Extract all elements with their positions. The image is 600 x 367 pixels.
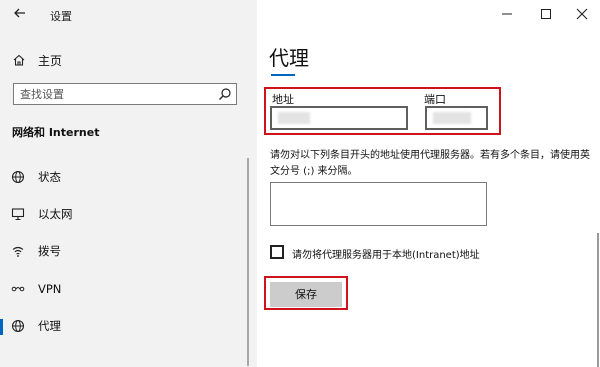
back-button[interactable]: [10, 6, 30, 24]
title-accent-bar: [271, 74, 295, 76]
section-title: 网络和 Internet: [12, 126, 100, 139]
maximize-icon[interactable]: [537, 6, 555, 22]
sidebar-item-ethernet[interactable]: 以太网: [0, 200, 257, 228]
sidebar-item-vpn[interactable]: VPN: [0, 275, 257, 303]
close-icon[interactable]: [573, 6, 591, 22]
main-scrollbar[interactable]: [597, 233, 599, 367]
sidebar-item-label: 状态: [38, 170, 61, 184]
sidebar-item-label: VPN: [38, 282, 62, 296]
sidebar: 设置 主页 网络和 Internet 状态 以太网 拨号 VPN 代理: [0, 0, 257, 367]
search-icon[interactable]: [218, 87, 232, 101]
vpn-icon: [11, 286, 25, 292]
arrow-left-icon: [14, 8, 25, 18]
local-address-checkbox-label: 请勿将代理服务器用于本地(Intranet)地址: [292, 250, 480, 261]
sidebar-item-status[interactable]: 状态: [0, 163, 257, 191]
main-pane: 代理 地址 端口 请勿对以下列条目开头的地址使用代理服务器。若有多个条目，请使用…: [257, 0, 600, 367]
sidebar-scrollbar[interactable]: [247, 158, 249, 366]
address-input[interactable]: [270, 106, 408, 130]
search-input[interactable]: [20, 86, 200, 102]
page-title: 代理: [269, 46, 309, 70]
sidebar-item-dialup[interactable]: 拨号: [0, 237, 257, 265]
port-label: 端口: [424, 93, 446, 106]
home-label: 主页: [38, 53, 63, 68]
exceptions-description: 请勿对以下列条目开头的地址使用代理服务器。若有多个条目，请使用英文分号 (;) …: [270, 150, 590, 177]
port-input[interactable]: [425, 106, 488, 130]
selection-indicator: [0, 319, 3, 335]
search-box[interactable]: [13, 83, 237, 105]
title-bar: 设置: [0, 0, 257, 30]
signal-icon: [12, 246, 24, 257]
sidebar-item-label: 拨号: [38, 244, 61, 258]
local-address-checkbox[interactable]: [270, 245, 284, 259]
exceptions-input[interactable]: [270, 182, 487, 226]
address-label: 地址: [272, 93, 294, 106]
home-icon: [13, 54, 25, 66]
sidebar-item-label: 代理: [38, 319, 61, 333]
save-button[interactable]: 保存: [270, 282, 342, 307]
app-title: 设置: [50, 10, 72, 23]
blurred-value: [433, 112, 471, 124]
minimize-icon[interactable]: [498, 6, 516, 22]
monitor-icon: [11, 208, 25, 221]
home-nav-item[interactable]: 主页: [12, 52, 62, 68]
sidebar-item-proxy[interactable]: 代理: [0, 312, 257, 340]
sidebar-item-label: 以太网: [38, 207, 73, 221]
globe-icon: [11, 319, 25, 333]
blurred-value: [278, 112, 310, 124]
globe-icon: [11, 170, 25, 184]
